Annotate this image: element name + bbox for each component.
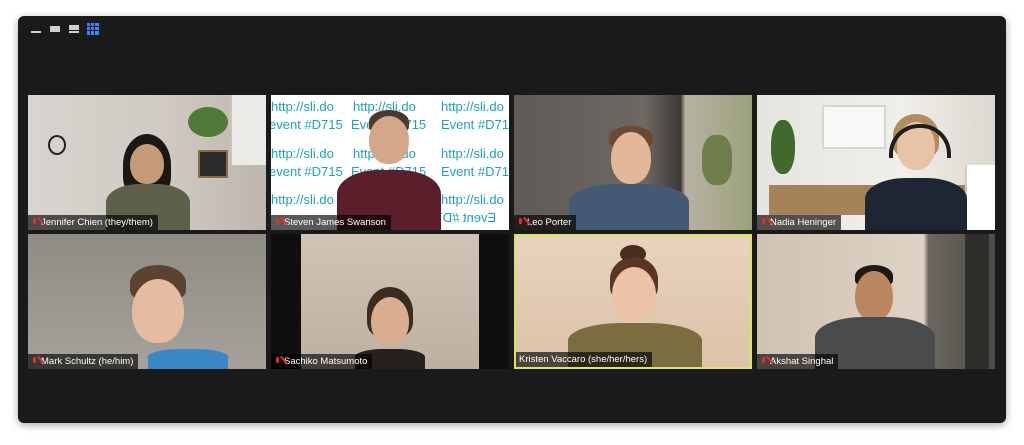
background-text: Event #D71	[441, 164, 509, 179]
participant-name-tag: Kristen Vaccaro (she/her/hers)	[516, 352, 653, 367]
muted-microphone-icon	[31, 357, 38, 366]
participant-name: Sachiko Matsumoto	[284, 356, 368, 367]
participant-tile-jennifer-chien[interactable]: Jennifer Chien (they/them)	[28, 95, 266, 230]
gallery-view-icon[interactable]	[87, 23, 99, 35]
participant-name: Jennifer Chien (they/them)	[41, 217, 153, 228]
participant-tile-kristen-vaccaro[interactable]: Kristen Vaccaro (she/her/hers)	[514, 234, 752, 369]
muted-microphone-icon	[274, 357, 281, 366]
participant-name: Steven James Swanson	[284, 217, 386, 228]
participant-name-tag: Nadia Heninger	[757, 215, 842, 230]
muted-microphone-icon	[517, 218, 524, 227]
muted-microphone-icon	[760, 218, 767, 227]
background-text: http://sli.do	[441, 146, 504, 161]
participant-name-tag: Leo Porter	[514, 215, 577, 230]
video-feed	[28, 95, 266, 230]
background-text: event #D715	[271, 164, 343, 179]
background-text: Event #D71	[441, 117, 509, 132]
speaker-view-icon[interactable]	[68, 23, 80, 35]
video-feed: http://sli.do http://sli.do http://sli.d…	[271, 95, 509, 230]
video-feed	[757, 95, 995, 230]
background-text: event #D715	[271, 117, 343, 132]
video-feed	[271, 234, 509, 369]
single-view-icon[interactable]	[49, 23, 61, 35]
participant-tile-leo-porter[interactable]: Leo Porter	[514, 95, 752, 230]
view-toolbar	[30, 22, 99, 36]
participant-name-tag: Akshat Singhal	[757, 354, 839, 369]
background-text: http://sli.do	[441, 99, 504, 114]
participant-name-tag: Jennifer Chien (they/them)	[28, 215, 158, 230]
participant-tile-sachiko-matsumoto[interactable]: Sachiko Matsumoto	[271, 234, 509, 369]
video-feed	[514, 95, 752, 230]
video-feed	[28, 234, 266, 369]
participant-name-tag: Steven James Swanson	[271, 215, 391, 230]
video-feed	[516, 236, 750, 367]
background-text: http://sli.do	[271, 99, 334, 114]
minimize-icon[interactable]	[30, 23, 42, 35]
participant-tile-nadia-heninger[interactable]: Nadia Heninger	[757, 95, 995, 230]
muted-microphone-icon	[31, 218, 38, 227]
participant-tile-mark-schultz[interactable]: Mark Schultz (he/him)	[28, 234, 266, 369]
participant-tile-steven-james-swanson[interactable]: http://sli.do http://sli.do http://sli.d…	[271, 95, 509, 230]
participant-name-tag: Mark Schultz (he/him)	[28, 354, 139, 369]
video-feed	[757, 234, 995, 369]
participant-name-tag: Sachiko Matsumoto	[271, 354, 373, 369]
background-text: http://sli.do	[271, 192, 334, 207]
participant-name: Mark Schultz (he/him)	[41, 356, 134, 367]
video-call-window: Jennifer Chien (they/them) http://sli.do…	[18, 16, 1006, 423]
participant-name: Akshat Singhal	[770, 356, 834, 367]
participant-name: Leo Porter	[527, 217, 572, 228]
background-text: http://sli.do	[271, 146, 334, 161]
muted-microphone-icon	[274, 218, 281, 227]
muted-microphone-icon	[760, 357, 767, 366]
participant-name: Kristen Vaccaro (she/her/hers)	[519, 354, 648, 365]
participant-tile-akshat-singhal[interactable]: Akshat Singhal	[757, 234, 995, 369]
background-text: http://sli.do	[441, 192, 504, 207]
participant-name: Nadia Heninger	[770, 217, 837, 228]
